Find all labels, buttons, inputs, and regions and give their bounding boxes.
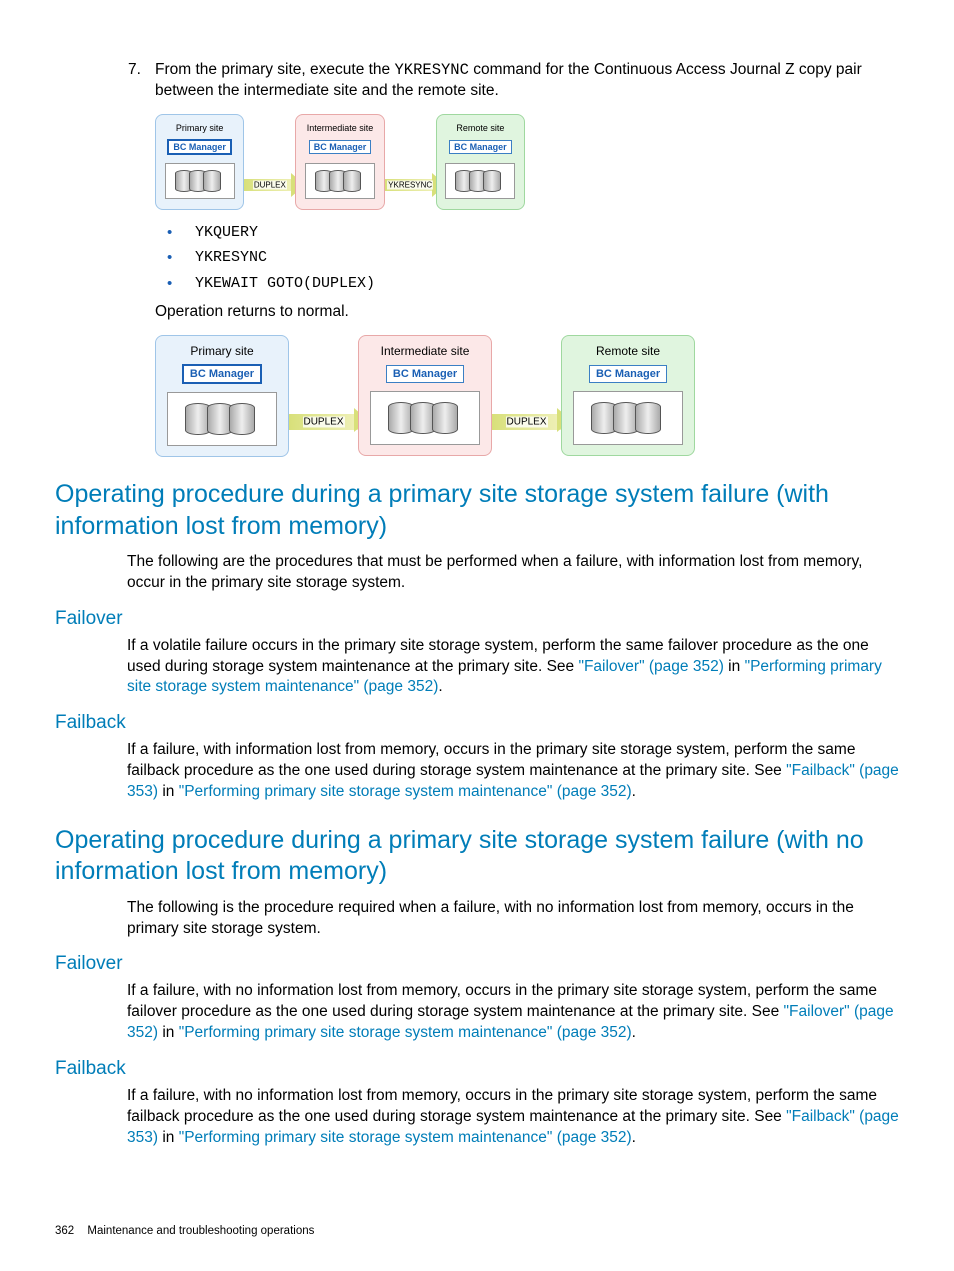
text: .	[632, 1129, 636, 1146]
site-remote: Remote site BC Manager	[436, 114, 525, 210]
failback-text: If a failure, with no information lost f…	[127, 1086, 899, 1149]
section-intro: The following is the procedure required …	[127, 898, 899, 940]
site-primary: Primary site BC Manager	[155, 114, 244, 210]
section-intro: The following are the procedures that mu…	[127, 552, 899, 594]
site-primary: Primary site BC Manager	[155, 335, 289, 457]
arrow-label: DUPLEX	[506, 417, 548, 428]
bc-manager-box: BC Manager	[309, 140, 372, 154]
text: in	[724, 658, 745, 675]
site-label: Intermediate site	[367, 344, 483, 358]
site-label: Remote site	[445, 123, 516, 133]
bc-manager-box: BC Manager	[386, 365, 464, 383]
page-footer: 362 Maintenance and troubleshooting oper…	[55, 1225, 314, 1237]
link-maintenance-352[interactable]: "Performing primary site storage system …	[179, 1024, 632, 1041]
failback-text: If a failure, with information lost from…	[127, 740, 899, 803]
section-heading-no-info-lost: Operating procedure during a primary sit…	[55, 825, 899, 888]
failover-text: If a failure, with no information lost f…	[127, 981, 899, 1044]
site-label: Primary site	[164, 344, 280, 358]
arrow-label: YKRESYNC	[387, 180, 433, 189]
storage-device	[165, 163, 235, 199]
step-number: 7.	[128, 60, 141, 81]
site-label: Primary site	[164, 123, 235, 133]
step-item: 7. From the primary site, execute the YK…	[55, 60, 899, 102]
storage-device	[167, 392, 277, 446]
subsection-failback: Failback	[55, 712, 899, 734]
failover-text: If a volatile failure occurs in the prim…	[127, 636, 899, 699]
text: .	[632, 783, 636, 800]
text: If a failure, with no information lost f…	[127, 982, 877, 1020]
inline-command: YKRESYNC	[394, 61, 468, 79]
page-number: 362	[55, 1225, 74, 1237]
chapter-title: Maintenance and troubleshooting operatio…	[87, 1225, 314, 1237]
arrow-duplex: DUPLEX	[502, 411, 551, 433]
command-list: YKQUERY YKRESYNC YKEWAIT GOTO(DUPLEX)	[167, 220, 899, 297]
bc-manager-box: BC Manager	[449, 140, 512, 154]
storage-device	[370, 391, 480, 445]
arrow-ykresync: YKRESYNC	[395, 176, 426, 194]
text: .	[632, 1024, 636, 1041]
operation-returns-text: Operation returns to normal.	[155, 302, 899, 323]
diagram-ykresync: Primary site BC Manager DUPLEX Intermedi…	[155, 114, 525, 210]
text: in	[158, 1024, 179, 1041]
text: .	[438, 678, 442, 695]
site-remote: Remote site BC Manager	[561, 335, 695, 456]
subsection-failover: Failover	[55, 953, 899, 975]
subsection-failback: Failback	[55, 1058, 899, 1080]
arrow-label: DUPLEX	[253, 180, 287, 189]
command-item: YKQUERY	[167, 220, 899, 246]
bc-manager-box: BC Manager	[589, 365, 667, 383]
link-maintenance-352[interactable]: "Performing primary site storage system …	[179, 1129, 632, 1146]
step-text: From the primary site, execute the YKRES…	[155, 60, 899, 102]
site-label: Intermediate site	[304, 123, 375, 133]
bc-manager-box: BC Manager	[182, 364, 262, 384]
command-item: YKEWAIT GOTO(DUPLEX)	[167, 271, 899, 297]
text: If a failure, with no information lost f…	[127, 1087, 877, 1125]
storage-device	[305, 163, 375, 199]
site-label: Remote site	[570, 344, 686, 358]
arrow-duplex: DUPLEX	[299, 411, 348, 433]
storage-device	[445, 163, 515, 199]
subsection-failover: Failover	[55, 608, 899, 630]
site-intermediate: Intermediate site BC Manager	[295, 114, 384, 210]
storage-device	[573, 391, 683, 445]
link-failover-352[interactable]: "Failover" (page 352)	[578, 658, 723, 675]
arrow-label: DUPLEX	[302, 417, 344, 428]
command-item: YKRESYNC	[167, 245, 899, 271]
text: in	[158, 1129, 179, 1146]
site-intermediate: Intermediate site BC Manager	[358, 335, 492, 456]
section-heading-info-lost: Operating procedure during a primary sit…	[55, 479, 899, 542]
bc-manager-box: BC Manager	[167, 139, 232, 155]
text: If a failure, with information lost from…	[127, 741, 855, 779]
text: From the primary site, execute the	[155, 61, 394, 78]
text: in	[158, 783, 179, 800]
arrow-duplex: DUPLEX	[254, 176, 285, 194]
diagram-duplex-normal: Primary site BC Manager DUPLEX Intermedi…	[155, 335, 695, 457]
link-maintenance-352[interactable]: "Performing primary site storage system …	[179, 783, 632, 800]
